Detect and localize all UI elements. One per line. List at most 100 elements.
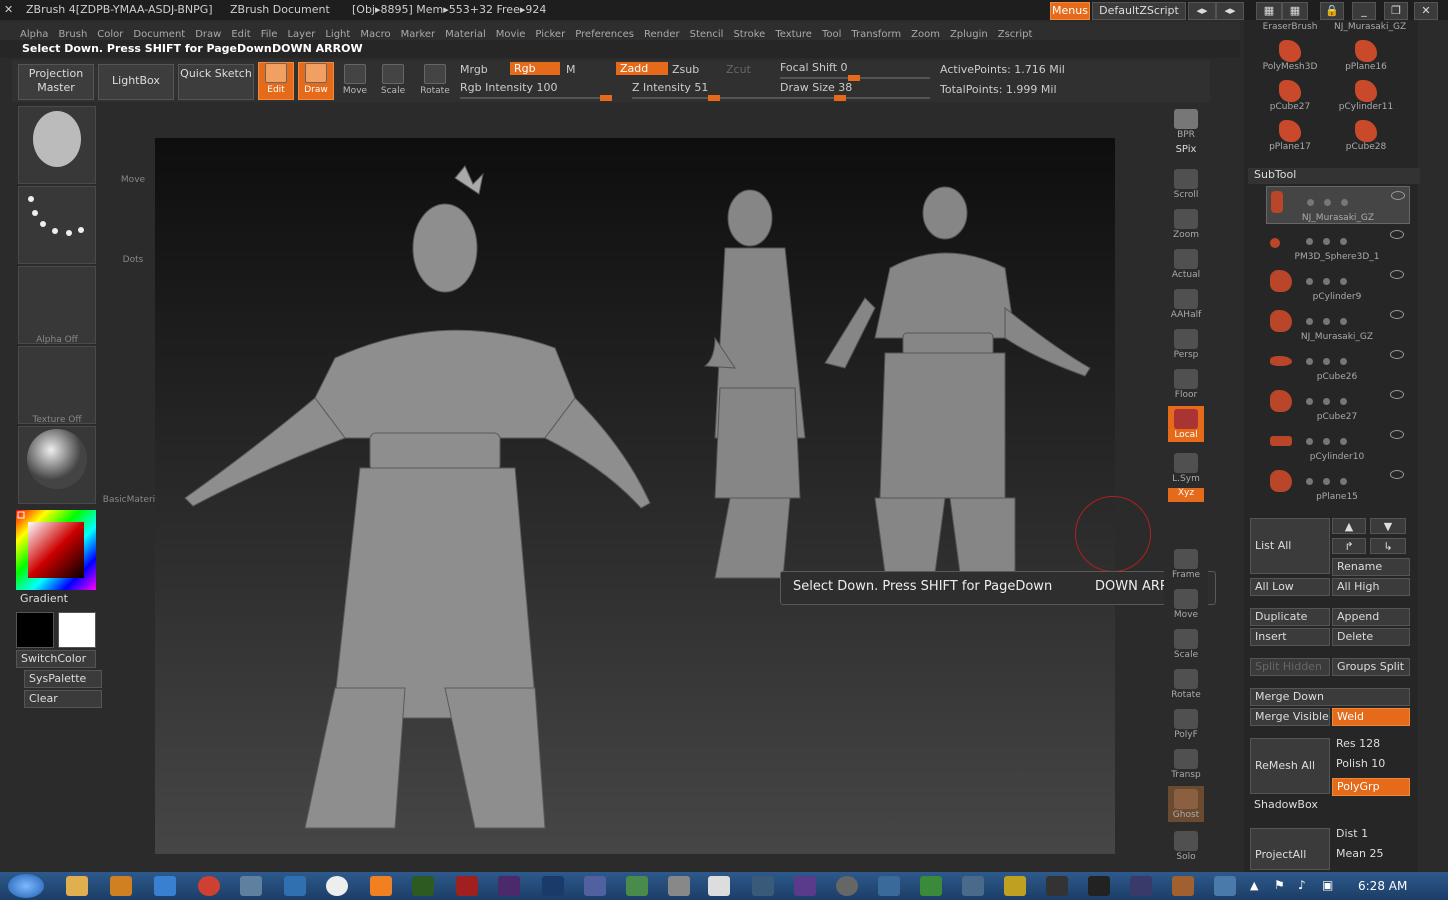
mrgb-button[interactable]: Mrgb	[460, 63, 488, 76]
restore-icon[interactable]: ❐	[1384, 2, 1408, 20]
start-button-icon[interactable]	[8, 874, 44, 898]
scale-button[interactable]: Scale	[376, 64, 410, 96]
app-folder-icon[interactable]	[1172, 876, 1194, 896]
texture-thumbnail[interactable]: Texture Off	[18, 346, 96, 425]
flash-icon[interactable]	[456, 876, 478, 896]
zoom-button[interactable]: Zoom	[1168, 206, 1204, 242]
eye-icon[interactable]	[1390, 270, 1404, 279]
list-all-button[interactable]: List All	[1250, 518, 1330, 574]
volume-icon[interactable]: ♪	[1298, 878, 1306, 892]
alpha-thumbnail[interactable]: Alpha Off	[18, 266, 96, 345]
bpr-button[interactable]: BPR	[1168, 106, 1204, 142]
subtool-item[interactable]: pCube26	[1266, 346, 1408, 382]
lsym-button[interactable]: L.Sym	[1168, 450, 1204, 486]
transp-button[interactable]: Transp	[1168, 746, 1204, 782]
zsub-button[interactable]: Zsub	[672, 63, 699, 76]
mean-slider[interactable]: Mean 25	[1332, 846, 1408, 862]
shadowbox-header[interactable]: ShadowBox	[1254, 798, 1318, 811]
tool-polymesh3d[interactable]: PolyMesh3D	[1258, 38, 1322, 74]
focal-shift-track[interactable]	[780, 75, 930, 81]
merge-visible-button[interactable]: Merge Visible	[1250, 708, 1330, 726]
document-canvas[interactable]	[155, 138, 1115, 854]
tool-pcylinder11[interactable]: pCylinder11	[1334, 78, 1398, 114]
tool-pplane16[interactable]: pPlane16	[1334, 38, 1398, 74]
move-view-button[interactable]: Move	[1168, 586, 1204, 622]
material-thumbnail[interactable]: BasicMaterial	[18, 426, 163, 505]
app-g-icon[interactable]	[626, 876, 648, 896]
eye-icon[interactable]	[1391, 191, 1405, 200]
media-player-icon[interactable]	[110, 876, 132, 896]
clock[interactable]: 6:28 AM	[1358, 879, 1407, 893]
subtool-item[interactable]: PM3D_Sphere3D_1	[1266, 226, 1408, 262]
all-low-button[interactable]: All Low	[1250, 578, 1330, 596]
lock-icon[interactable]: 🔒	[1320, 2, 1344, 20]
app-leaf-icon[interactable]	[920, 876, 942, 896]
switchcolor-button[interactable]: SwitchColor	[16, 650, 96, 668]
stroke-thumbnail[interactable]: Dots	[18, 186, 143, 265]
app-u-icon[interactable]	[1088, 876, 1110, 896]
app-rf-icon[interactable]	[878, 876, 900, 896]
xyz-button[interactable]: Xyz	[1168, 488, 1204, 502]
minimize-icon[interactable]: _	[1352, 2, 1376, 20]
persp-button[interactable]: Persp	[1168, 326, 1204, 362]
layout-2-icon[interactable]: ▦	[1282, 2, 1308, 20]
brush-thumbnail[interactable]: Move	[18, 106, 145, 185]
app-ball-icon[interactable]	[836, 876, 858, 896]
focal-shift-slider[interactable]: Focal Shift 0	[780, 61, 848, 74]
split-hidden-button[interactable]: Split Hidden	[1250, 658, 1330, 676]
z-intensity-track[interactable]	[632, 95, 782, 101]
app-gray-icon[interactable]	[668, 876, 690, 896]
zbrush-taskbar-icon[interactable]	[708, 876, 730, 896]
eye-icon[interactable]	[1390, 230, 1404, 239]
subtool-item[interactable]: NJ_Murasaki_GZ	[1266, 186, 1410, 224]
rotate-button[interactable]: Rotate	[418, 64, 452, 96]
dist-slider[interactable]: Dist 1	[1332, 826, 1408, 842]
menus-button[interactable]: Menus	[1050, 2, 1090, 20]
syspalette-button[interactable]: SysPalette	[24, 670, 102, 688]
eye-icon[interactable]	[1390, 350, 1404, 359]
subtool-item[interactable]: pCube27	[1266, 386, 1408, 422]
move-up-icon[interactable]: ↱	[1332, 538, 1366, 554]
arrow-down-icon[interactable]: ▼	[1370, 518, 1406, 534]
solo-button[interactable]: Solo	[1168, 828, 1204, 864]
polygrp-button[interactable]: PolyGrp	[1332, 778, 1410, 796]
move-down-icon[interactable]: ↳	[1370, 538, 1406, 554]
app-display-icon[interactable]	[1130, 876, 1152, 896]
tool-pcube27[interactable]: pCube27	[1258, 78, 1322, 114]
merge-down-button[interactable]: Merge Down	[1250, 688, 1410, 706]
xnview-icon[interactable]	[794, 876, 816, 896]
rgb-intensity-track[interactable]	[460, 95, 612, 101]
lightbox-button[interactable]: LightBox	[98, 64, 174, 100]
eye-icon[interactable]	[1390, 390, 1404, 399]
rename-button[interactable]: Rename	[1332, 558, 1410, 576]
floor-button[interactable]: Floor	[1168, 366, 1204, 402]
frame-button[interactable]: Frame	[1168, 546, 1204, 582]
duplicate-button[interactable]: Duplicate	[1250, 608, 1330, 626]
local-button[interactable]: Local	[1168, 406, 1204, 442]
zadd-button[interactable]: Zadd	[616, 62, 668, 75]
arrow-up-icon[interactable]: ▲	[1332, 518, 1366, 534]
vlc-icon[interactable]	[370, 876, 392, 896]
all-high-button[interactable]: All High	[1332, 578, 1410, 596]
app-monitor-icon[interactable]	[962, 876, 984, 896]
projectall-button[interactable]: ProjectAll	[1250, 828, 1330, 870]
app-shield-icon[interactable]	[1004, 876, 1026, 896]
app-circle-icon[interactable]	[584, 876, 606, 896]
calculator-icon[interactable]	[240, 876, 262, 896]
subtool-item[interactable]: pCylinder10	[1266, 426, 1408, 462]
chrome-icon[interactable]	[198, 876, 220, 896]
subtool-item[interactable]: pPlane15	[1266, 466, 1408, 502]
app-a-icon[interactable]	[154, 876, 176, 896]
explorer-icon[interactable]	[66, 876, 88, 896]
gradient-label[interactable]: Gradient	[20, 592, 68, 605]
insert-button[interactable]: Insert	[1250, 628, 1330, 646]
subtool-item[interactable]: NJ_Murasaki_GZ	[1266, 306, 1408, 342]
after-effects-icon[interactable]	[498, 876, 520, 896]
actual-button[interactable]: Actual	[1168, 246, 1204, 282]
scroll-button[interactable]: Scroll	[1168, 166, 1204, 202]
projection-master-button[interactable]: Projection Master	[18, 64, 94, 100]
draw-size-slider[interactable]: Draw Size 38	[780, 81, 852, 94]
close-icon[interactable]: ✕	[1414, 2, 1438, 20]
zcut-button[interactable]: Zcut	[726, 63, 751, 76]
eye-icon[interactable]	[1390, 310, 1404, 319]
